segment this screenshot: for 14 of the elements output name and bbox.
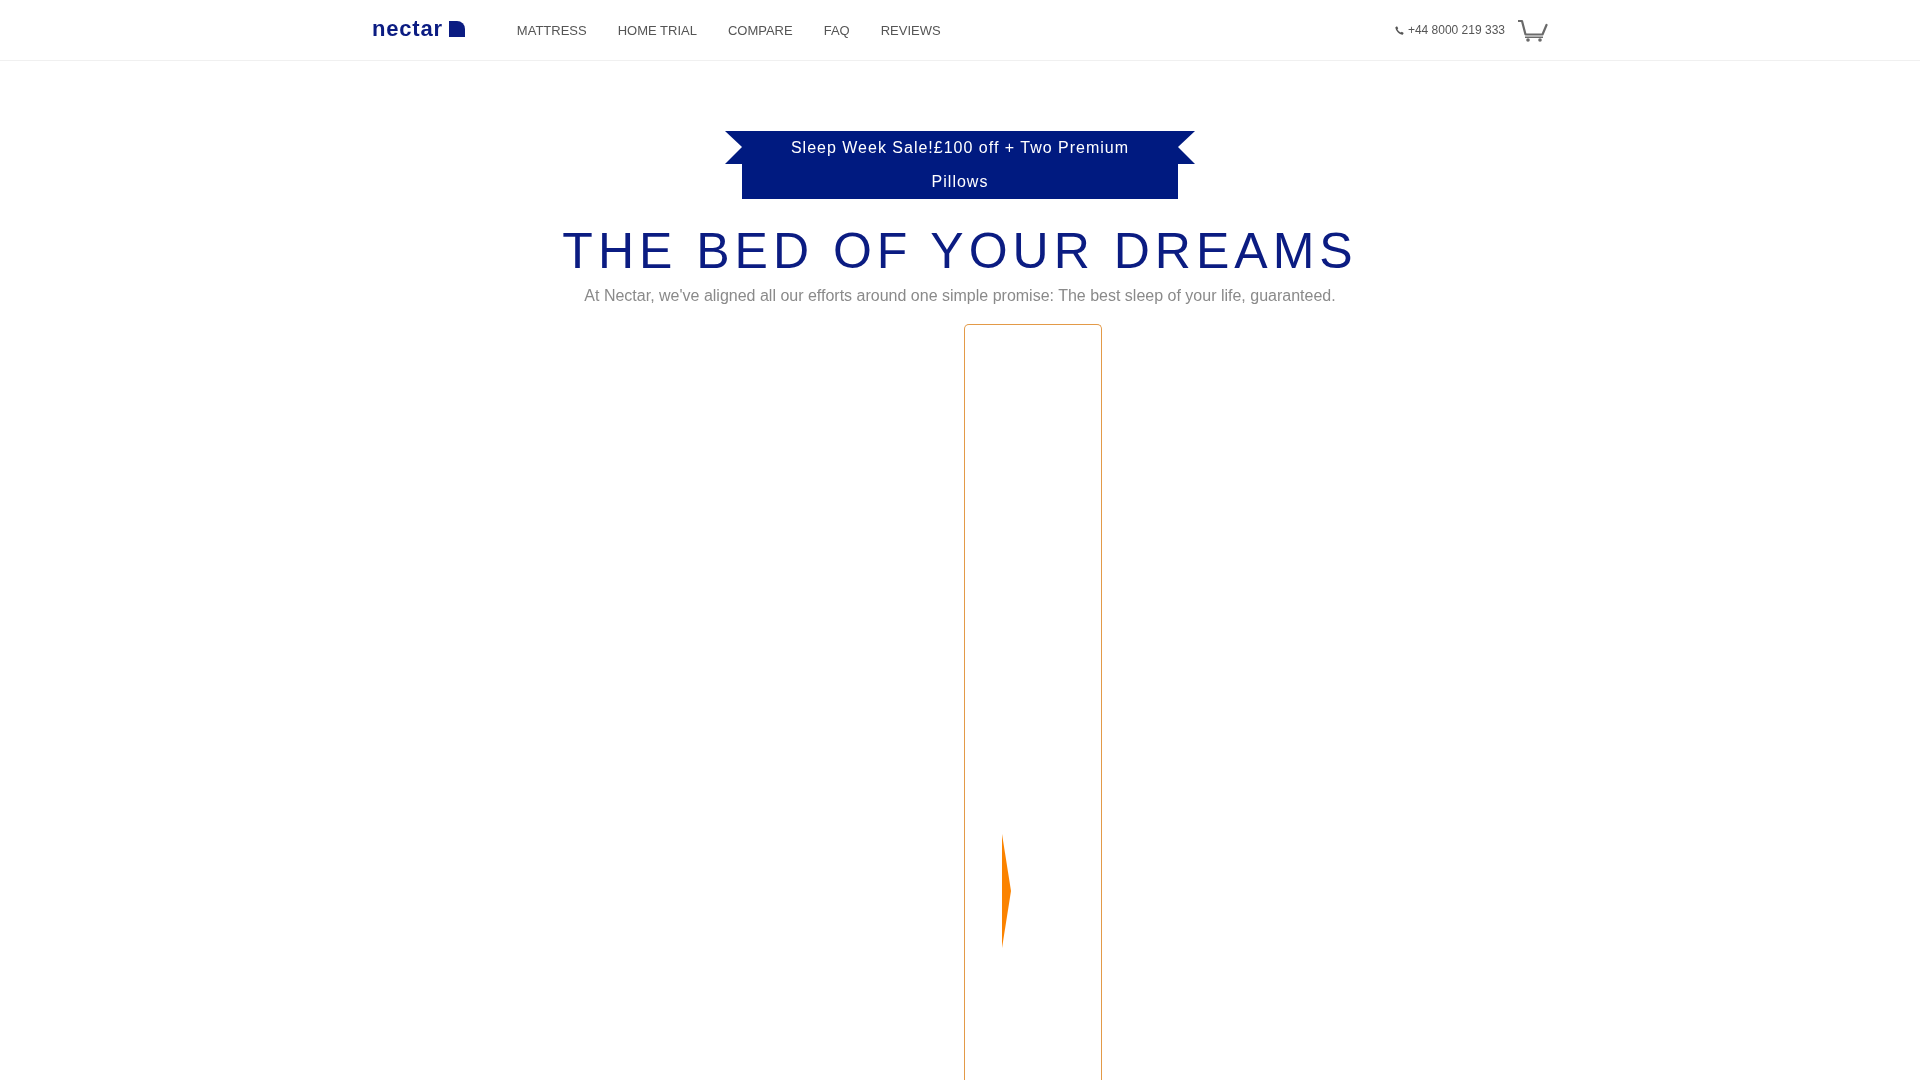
arrow-icon [1002, 834, 1011, 948]
logo-mark-icon [448, 20, 465, 37]
nav-link[interactable]: FAQ [823, 22, 850, 38]
nav-link[interactable]: HOME TRIAL [617, 22, 697, 38]
nav-link[interactable]: MATTRESS [516, 22, 587, 38]
nav-link[interactable]: REVIEWS [880, 22, 941, 38]
logo-link[interactable]: nectar [372, 17, 465, 43]
hero-subtitle: At Nectar, we've aligned all our efforts around one simple promise: The best sleep of your life, guaranteed. [584, 286, 1336, 306]
sale-banner: Sleep Week Sale!£100 off + Two Premium Pillows [725, 131, 1195, 199]
hero-title: THE BED OF YOUR DREAMS [562, 222, 1358, 281]
phone-link[interactable]: +44 8000 219 333 [1394, 23, 1505, 37]
nav-link[interactable]: COMPARE [727, 22, 793, 38]
phone-icon [1394, 25, 1404, 35]
cart-icon[interactable] [1518, 18, 1548, 42]
